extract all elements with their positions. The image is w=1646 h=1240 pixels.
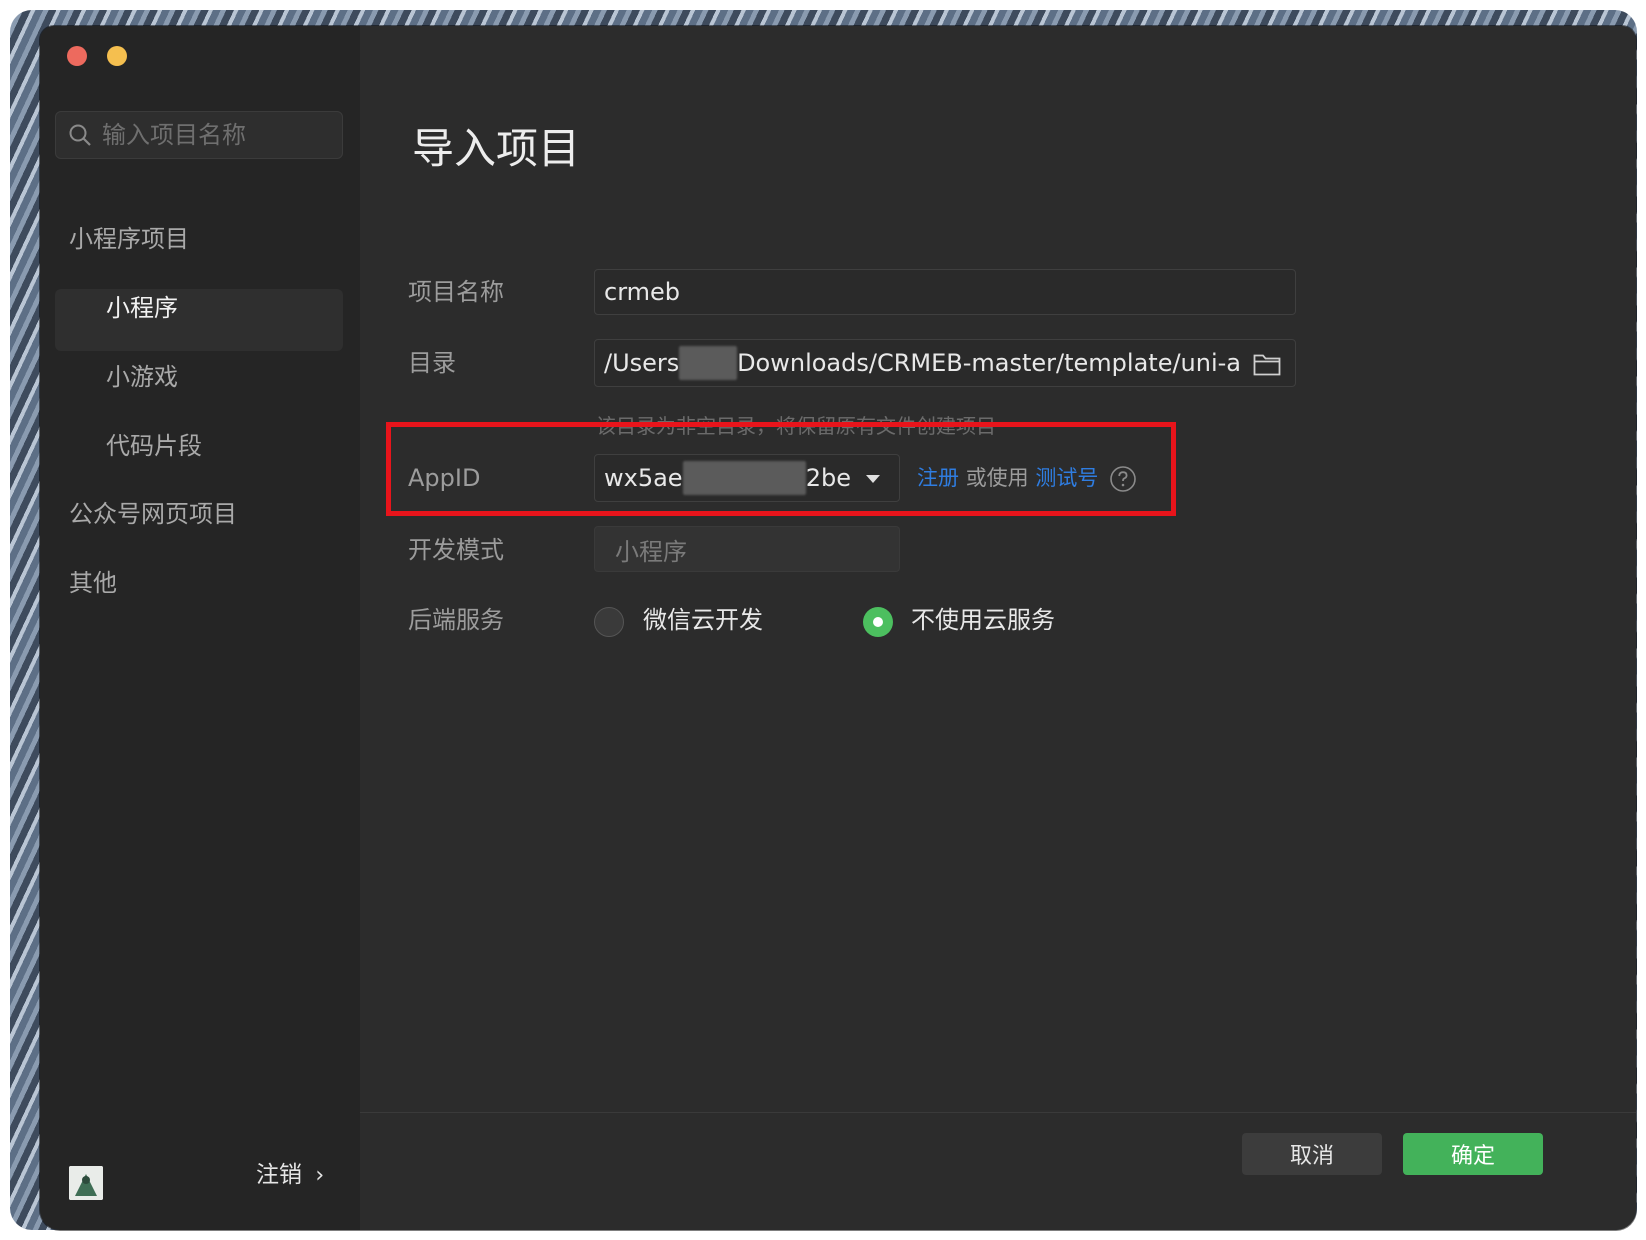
dev-mode-select[interactable]: 小程序 (594, 526, 900, 572)
sidebar: 小程序项目 小程序 小游戏 代码片段 公众号网页项目 其他 注销 › (40, 26, 360, 1230)
close-window-button[interactable] (67, 46, 87, 66)
footer-divider (360, 1112, 1636, 1113)
radio-wechat-cloud-label[interactable]: 微信云开发 (643, 604, 763, 636)
avatar[interactable] (69, 1166, 103, 1200)
main-panel: 导入项目 项目名称 crmeb 目录 /Users Downloads/CRME… (360, 26, 1636, 1230)
project-name-field[interactable]: crmeb (594, 269, 1296, 315)
minimize-window-button[interactable] (107, 46, 127, 66)
radio-wechat-cloud[interactable] (594, 607, 624, 637)
annotation-highlight-box (386, 422, 1176, 516)
sidebar-section-official-account[interactable]: 公众号网页项目 (69, 498, 237, 530)
directory-value-end: Downloads/CRMEB-master/template/uni-a (737, 349, 1241, 377)
dev-mode-value: 小程序 (615, 537, 687, 566)
sidebar-item-code-snippet[interactable]: 代码片段 (106, 430, 202, 462)
redacted-username (679, 346, 738, 380)
sidebar-item-minigame[interactable]: 小游戏 (106, 361, 178, 393)
radio-no-cloud-label[interactable]: 不使用云服务 (911, 604, 1055, 636)
search-input[interactable] (100, 120, 324, 150)
project-search (55, 111, 343, 159)
directory-label: 目录 (408, 349, 456, 377)
avatar-image-icon (69, 1166, 103, 1200)
logout-label: 注销 (256, 1162, 302, 1188)
logout-button[interactable]: 注销 › (256, 1159, 324, 1192)
search-icon (69, 124, 91, 146)
project-name-label: 项目名称 (408, 278, 504, 306)
folder-icon[interactable] (1253, 352, 1281, 376)
radio-no-cloud[interactable] (863, 607, 893, 637)
import-project-window: 小程序项目 小程序 小游戏 代码片段 公众号网页项目 其他 注销 › 导入项目 … (40, 26, 1636, 1230)
dev-mode-label: 开发模式 (408, 536, 504, 564)
sidebar-section-miniprogram[interactable]: 小程序项目 (69, 223, 189, 255)
sidebar-section-other[interactable]: 其他 (69, 567, 117, 599)
sidebar-item-miniprogram[interactable]: 小程序 (106, 292, 178, 324)
chevron-right-icon: › (315, 1163, 325, 1188)
project-name-value: crmeb (604, 278, 681, 306)
backend-label: 后端服务 (408, 606, 504, 634)
directory-field[interactable]: /Users Downloads/CRMEB-master/template/u… (594, 339, 1296, 387)
sidebar-item-selected-bg (55, 289, 343, 351)
confirm-button[interactable]: 确定 (1403, 1133, 1543, 1175)
directory-value-start: /Users (604, 349, 680, 377)
page-title: 导入项目 (412, 124, 581, 173)
cancel-button[interactable]: 取消 (1242, 1133, 1382, 1175)
